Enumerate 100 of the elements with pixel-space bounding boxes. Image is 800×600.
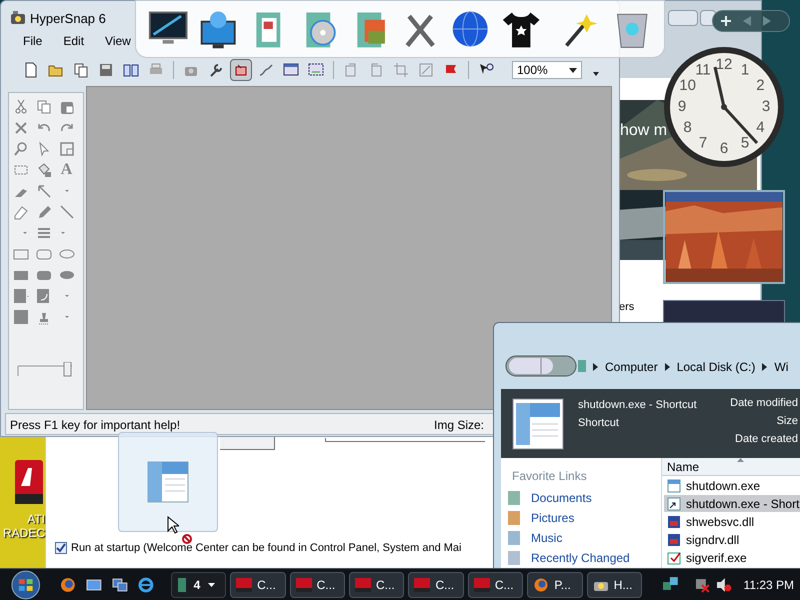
- internet-explorer-icon[interactable]: [138, 576, 154, 592]
- save-icon: [98, 62, 114, 78]
- file-row[interactable]: signdrv.dll: [664, 531, 800, 548]
- line-icon[interactable]: [58, 204, 74, 220]
- toolbar-button[interactable]: [230, 59, 252, 81]
- arrow-icon[interactable]: [36, 182, 52, 198]
- previous-icon[interactable]: [743, 16, 751, 26]
- wrench-icon: [208, 62, 224, 78]
- nav-link[interactable]: Pictures: [531, 508, 574, 526]
- caret-icon[interactable]: [593, 72, 599, 76]
- clock-folder-icon: [507, 550, 521, 566]
- shortcut-icon: [667, 496, 681, 510]
- firefox-icon: [533, 578, 550, 592]
- file-row[interactable]: shutdown.exe: [664, 477, 800, 494]
- button-label: C...: [316, 576, 336, 594]
- breadcrumb-item[interactable]: Wi: [774, 358, 788, 376]
- file-name: signdrv.dll: [686, 532, 740, 548]
- window-capture-icon: [283, 62, 299, 78]
- window-title: HyperSnap 6: [30, 10, 106, 28]
- ati-logo-icon: [474, 578, 490, 592]
- taskbar-button[interactable]: C...: [290, 572, 345, 598]
- documents-icon: [73, 62, 89, 78]
- nav-link[interactable]: Documents: [531, 488, 592, 506]
- clock-text[interactable]: 11:23 PM: [744, 576, 794, 594]
- caret-icon: [208, 582, 216, 586]
- slider-drawing[interactable]: [16, 362, 74, 378]
- resize-icon: [418, 62, 434, 78]
- section-title: Favorite Links: [512, 468, 587, 485]
- breadcrumb-item[interactable]: Computer: [605, 358, 658, 376]
- taskbar-button[interactable]: C...: [468, 572, 524, 598]
- music-library-icon: [507, 530, 521, 546]
- chevron-icon[interactable]: [593, 363, 598, 371]
- paint-bucket-icon[interactable]: [36, 162, 52, 178]
- button-label: C...: [376, 576, 395, 594]
- group-count: 4: [194, 576, 200, 594]
- button-label: C...: [257, 576, 276, 594]
- copy-icon[interactable]: [36, 98, 52, 114]
- taskbar-button[interactable]: C...: [349, 572, 404, 598]
- clock-numeral: 11: [695, 62, 711, 79]
- nav-link[interactable]: Music: [531, 528, 562, 546]
- navigation-buttons-icon[interactable]: [505, 354, 577, 378]
- volume-muted-icon[interactable]: [716, 576, 732, 592]
- file-row[interactable]: sigverif.exe: [664, 549, 800, 566]
- zoom-dropdown[interactable]: 100%: [512, 61, 582, 79]
- ati-logo-icon: [236, 578, 252, 592]
- menu-item[interactable]: File: [20, 32, 46, 50]
- checkbox[interactable]: [55, 542, 67, 554]
- folder-icon: [577, 359, 587, 373]
- caret-icon: [569, 68, 577, 72]
- desktop-icon[interactable]: [86, 576, 102, 592]
- menu-item[interactable]: Edit: [60, 32, 88, 50]
- button-label: C...: [435, 576, 454, 594]
- button-label: H...: [614, 576, 632, 594]
- detail-label: Date created: [735, 433, 798, 446]
- document-library-icon: [507, 490, 521, 506]
- eraser-icon[interactable]: [12, 204, 28, 220]
- chevron-icon[interactable]: [762, 363, 768, 371]
- cursor-icon: [167, 516, 179, 534]
- checkmark-file-icon: [667, 550, 681, 564]
- switch-windows-icon[interactable]: [112, 576, 128, 592]
- crop-icon[interactable]: [58, 140, 74, 156]
- button-label: C...: [494, 576, 514, 594]
- taskbar-button[interactable]: H...: [586, 572, 642, 598]
- ati-logo-icon[interactable]: [15, 460, 43, 504]
- input-field[interactable]: [325, 438, 485, 442]
- scissors-icon[interactable]: [12, 98, 28, 114]
- nav-link[interactable]: Recently Changed: [531, 548, 630, 566]
- taskbar-button[interactable]: P...: [527, 572, 583, 598]
- zoom-icon[interactable]: [12, 140, 28, 156]
- page-text: ers: [619, 300, 634, 315]
- clock-numeral: 12: [716, 56, 732, 73]
- library-file-icon: [667, 532, 681, 546]
- clock-numeral: 2: [756, 77, 765, 94]
- file-row[interactable]: shwebsvc.dll: [664, 513, 800, 530]
- file-name: shwebsvc.dll: [686, 514, 754, 530]
- menu-item[interactable]: View: [102, 32, 134, 50]
- breadcrumb-item[interactable]: Local Disk (C:): [676, 358, 756, 376]
- camera-icon: [10, 9, 26, 25]
- file-type: Shortcut: [578, 416, 619, 431]
- clock-numeral: 10: [679, 77, 696, 94]
- dialog-button[interactable]: [220, 436, 275, 450]
- add-icon[interactable]: [721, 16, 731, 26]
- checkbox-label: Run at startup (Welcome Center can be found in Control Panel, System and Mai: [71, 541, 462, 556]
- file-name: shutdown.exe - Short: [686, 496, 800, 512]
- file-name: sigverif.exe: [686, 550, 747, 566]
- ati-logo-icon: [355, 578, 371, 592]
- crop-icon: [393, 62, 409, 78]
- column-header[interactable]: Name: [662, 458, 800, 476]
- firefox-icon[interactable]: [60, 576, 76, 592]
- taskbar-button[interactable]: C...: [408, 572, 464, 598]
- file-row[interactable]: shutdown.exe - Short: [664, 495, 800, 512]
- taskbar-group-button[interactable]: 4: [170, 572, 226, 598]
- network-error-icon[interactable]: [694, 576, 710, 592]
- clock-numeral: 3: [762, 98, 770, 115]
- pen-curve-icon: [258, 62, 274, 78]
- taskbar-button[interactable]: C...: [230, 572, 286, 598]
- zoom-value: 100%: [517, 62, 548, 79]
- region-capture-icon: [308, 62, 324, 78]
- delete-icon[interactable]: [12, 120, 28, 136]
- chevron-icon[interactable]: [664, 363, 670, 371]
